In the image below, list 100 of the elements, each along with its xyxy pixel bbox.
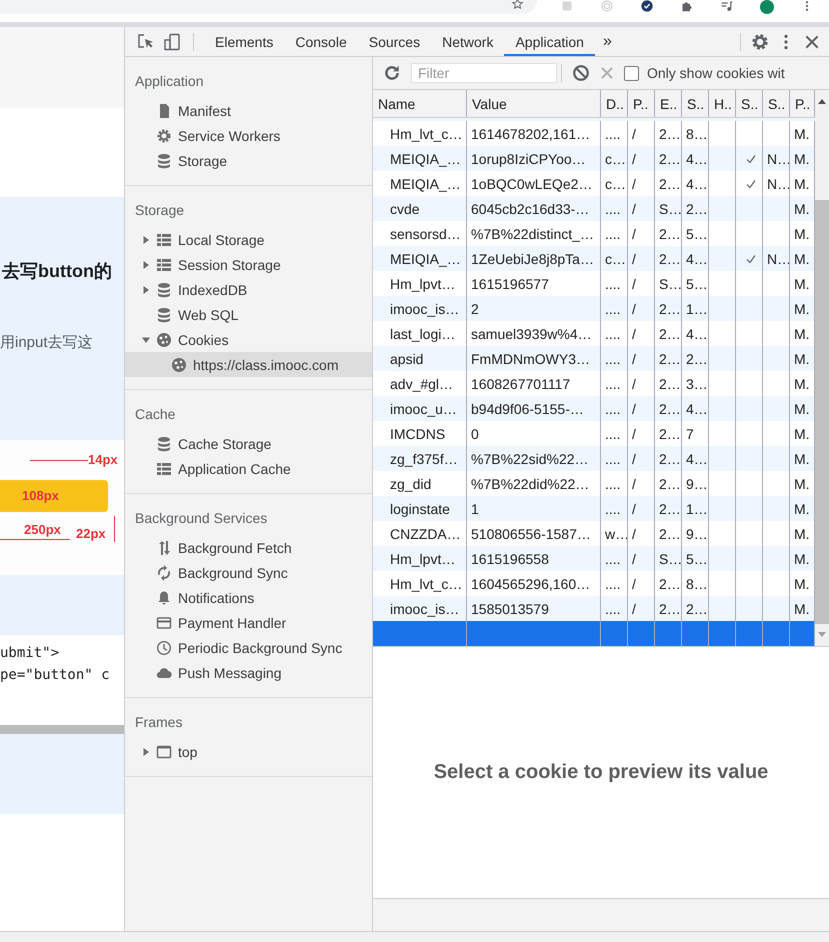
table-row[interactable]: loginstate 1 .... / 2… 1… M. xyxy=(373,496,815,521)
table-cell: / xyxy=(628,546,655,571)
sidebar-item[interactable]: Cache Storage xyxy=(125,431,372,456)
sidebar-item[interactable]: Periodic Background Sync xyxy=(125,635,372,660)
sidebar-item[interactable]: Background Fetch xyxy=(125,535,372,560)
collapsed-arrow-icon[interactable] xyxy=(142,748,150,756)
column-header[interactable]: H.. xyxy=(709,90,736,117)
device-toolbar-icon[interactable] xyxy=(163,32,181,50)
sidebar-item[interactable]: Payment Handler xyxy=(125,610,372,635)
table-cell: 1ZeUebiJe8j8pTa… xyxy=(467,246,601,271)
clear-all-icon[interactable] xyxy=(572,64,590,82)
clock-icon xyxy=(156,640,172,656)
settings-icon[interactable] xyxy=(751,32,769,50)
filter-field[interactable]: Filter xyxy=(411,63,557,83)
checkbox[interactable] xyxy=(624,66,639,80)
cookie-icon xyxy=(156,332,172,348)
table-row[interactable]: imooc_is… 1585013579 .... / 2… 2… M. xyxy=(373,596,815,621)
check-icon xyxy=(745,178,757,190)
table-row[interactable]: zg_f375f… %7B%22sid%22… .... / 2… 4… M. xyxy=(373,446,815,471)
panel-tab[interactable]: Sources xyxy=(358,27,432,56)
table-cell: %7B%22sid%22… xyxy=(467,446,601,471)
sidebar-item[interactable]: Storage xyxy=(125,148,372,173)
sidebar-item[interactable]: Push Messaging xyxy=(125,660,372,685)
table-row[interactable]: imooc_is… 2 .... / 2… 1… M. xyxy=(373,296,815,321)
column-header[interactable]: S.. xyxy=(682,90,709,117)
panel-tab[interactable]: Elements xyxy=(204,27,284,56)
card-icon xyxy=(156,614,172,630)
table-cell: .... xyxy=(601,446,628,471)
bell-icon xyxy=(156,590,172,606)
table-cell: 2… xyxy=(655,496,682,521)
grid-icon xyxy=(156,460,172,476)
article-text: 用input去写这 xyxy=(0,333,93,352)
section-heading: Cache xyxy=(134,405,176,424)
table-cell: / xyxy=(628,496,655,521)
sidebar-item[interactable]: IndexedDB xyxy=(125,277,372,302)
collapsed-arrow-icon[interactable] xyxy=(142,260,150,268)
dimension-label: 14px xyxy=(88,452,118,467)
collapsed-arrow-icon[interactable] xyxy=(142,236,150,244)
cookie-icon xyxy=(171,356,187,372)
article-heading: 去写button的 xyxy=(2,260,112,283)
table-cell: N… xyxy=(763,246,790,271)
star-icon[interactable] xyxy=(510,0,525,10)
table-cell: 2… xyxy=(655,446,682,471)
column-header[interactable]: S.. xyxy=(763,90,790,117)
gear-icon xyxy=(156,128,172,144)
column-header[interactable]: Value xyxy=(467,90,601,117)
table-cell: 2… xyxy=(655,146,682,171)
sidebar-item[interactable]: top xyxy=(125,739,372,764)
table-row[interactable]: cvde 6045cb2c16d33-… .... / S… 2… M. xyxy=(373,196,815,221)
expanded-arrow-icon[interactable] xyxy=(142,336,150,344)
table-row[interactable]: Hm_lpvt… 1615196558 .... / S… 5… M. xyxy=(373,546,815,571)
sidebar-item[interactable]: Application Cache xyxy=(125,456,372,481)
sidebar-item[interactable]: Background Sync xyxy=(125,560,372,585)
scroll-up-icon[interactable] xyxy=(818,98,826,104)
column-header[interactable]: P.. xyxy=(628,90,655,117)
refresh-icon[interactable] xyxy=(383,64,401,82)
checkbox-label: Only show cookies wit xyxy=(647,65,785,81)
column-header[interactable]: Name xyxy=(373,90,467,117)
table-cell: / xyxy=(628,246,655,271)
table-row[interactable]: imooc_u… b94d9f06-5155-… .... / 2… 4… M. xyxy=(373,396,815,421)
scrollbar[interactable] xyxy=(815,90,829,646)
table-cell: b94d9f06-5155-… xyxy=(467,396,601,421)
preview-message: Select a cookie to preview its value xyxy=(434,761,768,784)
panel-tab[interactable]: Console xyxy=(284,27,358,56)
table-cell: 1orup8IziCPYoo… xyxy=(467,146,601,171)
dimension-label: 250px xyxy=(24,522,61,537)
table-cell: FmMDNmOWY3… xyxy=(467,346,601,371)
sidebar-item[interactable]: Notifications xyxy=(125,585,372,610)
table-row[interactable]: apsid FmMDNmOWY3… .... / 2… 2… M. xyxy=(373,346,815,371)
table-row[interactable]: MEIQIA_… 1ZeUebiJe8j8pTa… c… / 2… 4… N… M. xyxy=(373,246,815,271)
sidebar-item[interactable]: Cookies xyxy=(125,327,372,352)
table-cell: 1… xyxy=(682,296,709,321)
column-header[interactable]: D.. xyxy=(601,90,628,117)
sidebar-item[interactable]: Service Workers xyxy=(125,123,372,148)
shield-check-icon[interactable] xyxy=(639,0,655,12)
column-header[interactable]: S.. xyxy=(736,90,763,117)
database-icon xyxy=(156,152,172,168)
table-row[interactable]: MEIQIA_… 1orup8IziCPYoo… c… / 2… 4… N… M. xyxy=(373,146,815,171)
section-heading: Background Services xyxy=(134,509,268,528)
table-cell: Hm_lpvt… xyxy=(373,546,467,571)
collapsed-arrow-icon[interactable] xyxy=(142,286,150,294)
sidebar-item[interactable]: https://class.imooc.com xyxy=(125,352,372,377)
sidebar-item[interactable]: Web SQL xyxy=(125,302,372,327)
table-cell: 2… xyxy=(655,396,682,421)
media-queue-icon[interactable] xyxy=(719,0,735,12)
table-cell: .... xyxy=(601,396,628,421)
sidebar-item[interactable]: Session Storage xyxy=(125,252,372,277)
sidebar-item[interactable]: Manifest xyxy=(125,98,372,123)
inspect-icon[interactable] xyxy=(137,32,155,50)
dimension-label: 108px xyxy=(22,488,59,503)
column-header[interactable]: E.. xyxy=(655,90,682,117)
database-icon xyxy=(156,282,172,298)
table-cell: / xyxy=(628,396,655,421)
table-cell: / xyxy=(628,346,655,371)
sidebar-item[interactable]: Local Storage xyxy=(125,227,372,252)
scrollbar[interactable] xyxy=(0,725,124,734)
panel-tab[interactable]: Network xyxy=(431,27,504,56)
more-tabs-button[interactable]: » xyxy=(594,27,620,56)
table-cell: 1 xyxy=(467,496,601,521)
dimension-label: 22px xyxy=(76,526,106,541)
